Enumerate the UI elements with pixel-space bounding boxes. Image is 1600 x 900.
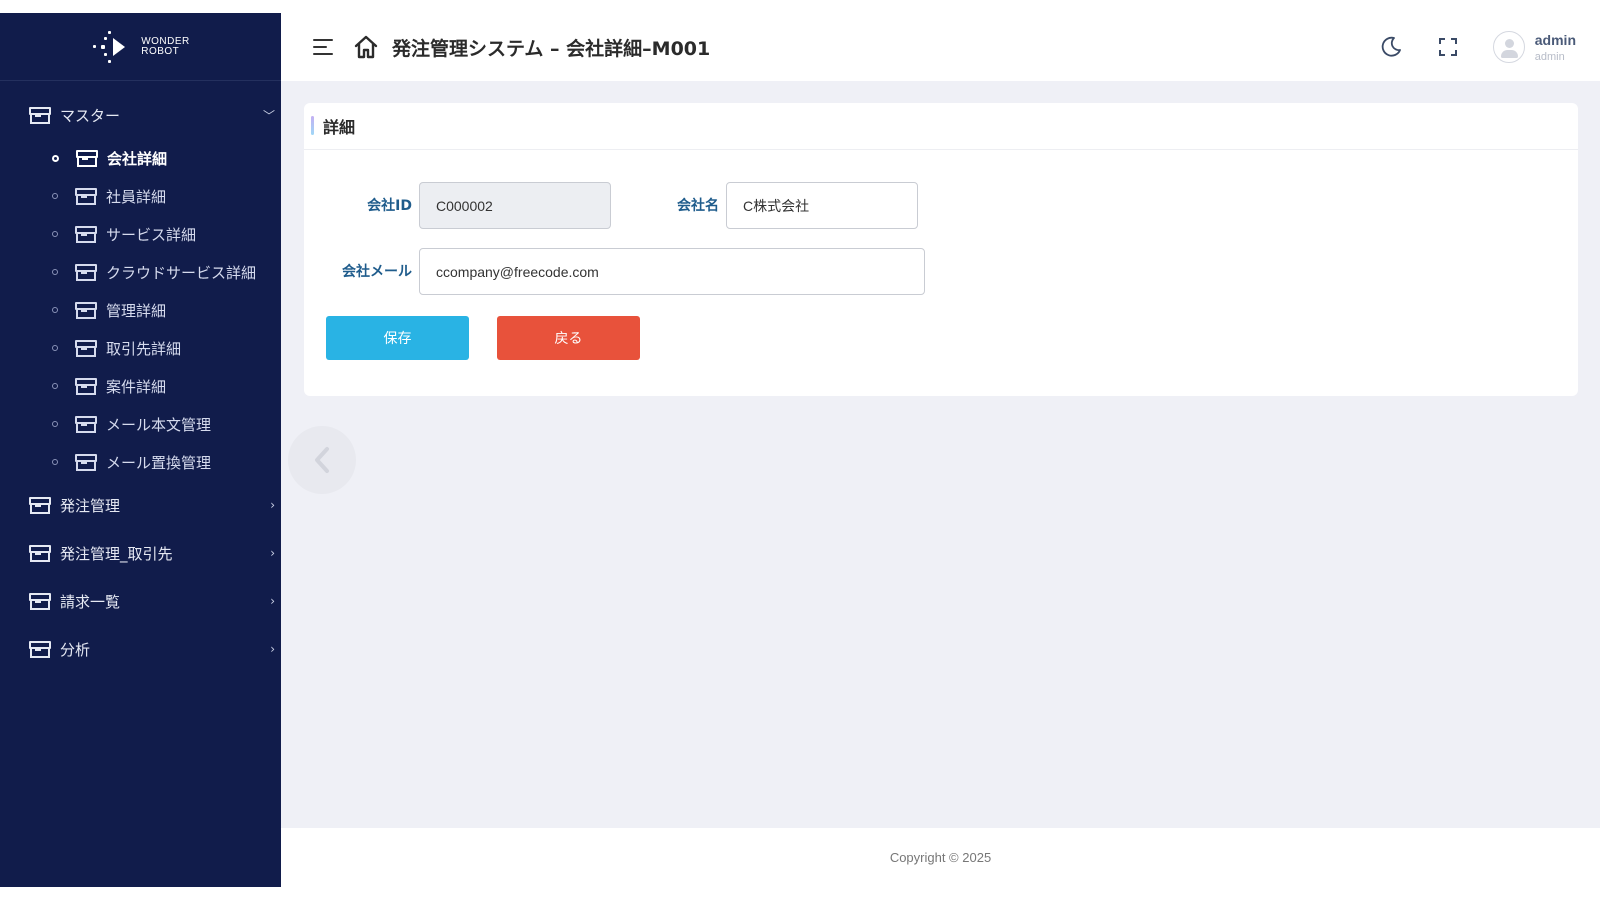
archive-box-icon xyxy=(75,226,97,243)
sidebar-group-label: 分析 xyxy=(60,640,91,659)
sidebar-group-order-client[interactable]: 発注管理_取引先 › xyxy=(0,529,281,577)
user-info[interactable]: admin admin xyxy=(1535,32,1576,63)
collapse-sidebar-button[interactable] xyxy=(288,426,356,494)
page-title: 発注管理システム – 会社詳細–M001 xyxy=(392,37,711,60)
moon-icon[interactable] xyxy=(1379,35,1403,59)
home-icon[interactable] xyxy=(353,34,379,60)
archive-box-icon xyxy=(75,340,97,357)
company-mail-label: 会社メール xyxy=(342,264,412,280)
save-button[interactable]: 保存 xyxy=(326,316,469,360)
company-name-field[interactable]: C株式会社 xyxy=(726,182,918,229)
footer: Copyright © 2025 xyxy=(281,828,1600,887)
sidebar-item-label: 社員詳細 xyxy=(106,187,167,206)
title-accent-bar xyxy=(311,116,314,135)
sidebar-item-label: 案件詳細 xyxy=(106,377,167,396)
sidebar: WONDER ROBOT マスター ﹀ 会社詳細 社員詳細 サービス詳細 クラウ… xyxy=(0,13,281,887)
sidebar-item-mail-replace[interactable]: メール置換管理 xyxy=(0,443,281,481)
sidebar-menu: マスター ﹀ 会社詳細 社員詳細 サービス詳細 クラウドサービス詳細 管理詳細 xyxy=(0,81,281,673)
sidebar-group-analysis[interactable]: 分析 › xyxy=(0,625,281,673)
sidebar-item-service-detail[interactable]: サービス詳細 xyxy=(0,215,281,253)
card-title: 詳細 xyxy=(323,118,356,137)
chevron-right-icon: › xyxy=(270,594,275,608)
sidebar-item-project-detail[interactable]: 案件詳細 xyxy=(0,367,281,405)
chevron-left-icon xyxy=(315,447,329,473)
archive-box-icon xyxy=(29,593,51,610)
logo-text: WONDER ROBOT xyxy=(141,35,190,57)
fullscreen-icon[interactable] xyxy=(1436,35,1460,59)
sidebar-item-label: メール置換管理 xyxy=(106,453,212,472)
detail-card: 詳細 会社ID C000002 会社名 C株式会社 会社メール ccompany… xyxy=(304,103,1578,396)
sidebar-item-label: 取引先詳細 xyxy=(106,339,182,358)
archive-box-icon xyxy=(76,150,98,167)
archive-box-icon xyxy=(75,454,97,471)
archive-box-icon xyxy=(75,264,97,281)
bullet-icon xyxy=(52,231,58,237)
sidebar-item-label: 管理詳細 xyxy=(106,301,167,320)
sidebar-group-label: マスター xyxy=(60,106,121,125)
top-header: 発注管理システム – 会社詳細–M001 admin admin xyxy=(281,13,1600,81)
sidebar-item-cloud-service-detail[interactable]: クラウドサービス詳細 xyxy=(0,253,281,291)
company-mail-field[interactable]: ccompany@freecode.com xyxy=(419,248,925,295)
chevron-right-icon: › xyxy=(270,642,275,656)
bullet-icon xyxy=(52,154,59,162)
sidebar-item-label: クラウドサービス詳細 xyxy=(106,263,257,282)
chevron-down-icon: ﹀ xyxy=(262,108,275,123)
sidebar-group-label: 発注管理_取引先 xyxy=(60,544,173,563)
logo-mark-icon xyxy=(91,27,137,67)
sidebar-group-invoice[interactable]: 請求一覧 › xyxy=(0,577,281,625)
user-role: admin xyxy=(1534,50,1565,63)
sidebar-group-master[interactable]: マスター ﹀ xyxy=(0,91,281,139)
sidebar-item-employee-detail[interactable]: 社員詳細 xyxy=(0,177,281,215)
sidebar-group-label: 請求一覧 xyxy=(60,592,121,611)
archive-box-icon xyxy=(29,107,51,124)
sidebar-item-label: サービス詳細 xyxy=(106,225,197,244)
archive-box-icon xyxy=(75,378,97,395)
company-id-field[interactable]: C000002 xyxy=(419,182,611,229)
sidebar-item-client-detail[interactable]: 取引先詳細 xyxy=(0,329,281,367)
archive-box-icon xyxy=(75,302,97,319)
sidebar-item-management-detail[interactable]: 管理詳細 xyxy=(0,291,281,329)
header-actions: admin admin xyxy=(1379,13,1576,81)
sidebar-group-label: 発注管理 xyxy=(60,496,121,515)
archive-box-icon xyxy=(75,188,97,205)
bullet-icon xyxy=(52,383,58,389)
bullet-icon xyxy=(52,307,58,313)
archive-box-icon xyxy=(29,641,51,658)
sidebar-group-order[interactable]: 発注管理 › xyxy=(0,481,281,529)
sidebar-item-company-detail[interactable]: 会社詳細 xyxy=(0,139,281,177)
sidebar-item-mail-body[interactable]: メール本文管理 xyxy=(0,405,281,443)
card-header: 詳細 xyxy=(304,103,1578,150)
copyright-text: Copyright © 2025 xyxy=(889,850,992,865)
back-button[interactable]: 戻る xyxy=(497,316,640,360)
bullet-icon xyxy=(52,459,58,465)
avatar-icon[interactable] xyxy=(1492,31,1525,63)
bullet-icon xyxy=(52,421,58,427)
bullet-icon xyxy=(52,345,58,351)
chevron-right-icon: › xyxy=(270,546,275,560)
logo[interactable]: WONDER ROBOT xyxy=(0,13,281,81)
main-content: 詳細 会社ID C000002 会社名 C株式会社 会社メール ccompany… xyxy=(281,81,1600,828)
company-id-label: 会社ID xyxy=(367,198,412,214)
company-name-label: 会社名 xyxy=(677,198,719,214)
archive-box-icon xyxy=(29,545,51,562)
sidebar-item-label: メール本文管理 xyxy=(106,415,212,434)
bullet-icon xyxy=(52,193,58,199)
menu-icon[interactable] xyxy=(313,39,333,55)
bullet-icon xyxy=(52,269,58,275)
archive-box-icon xyxy=(75,416,97,433)
user-name: admin xyxy=(1534,31,1576,48)
sidebar-item-label: 会社詳細 xyxy=(107,149,168,168)
chevron-right-icon: › xyxy=(270,498,275,512)
archive-box-icon xyxy=(29,497,51,514)
